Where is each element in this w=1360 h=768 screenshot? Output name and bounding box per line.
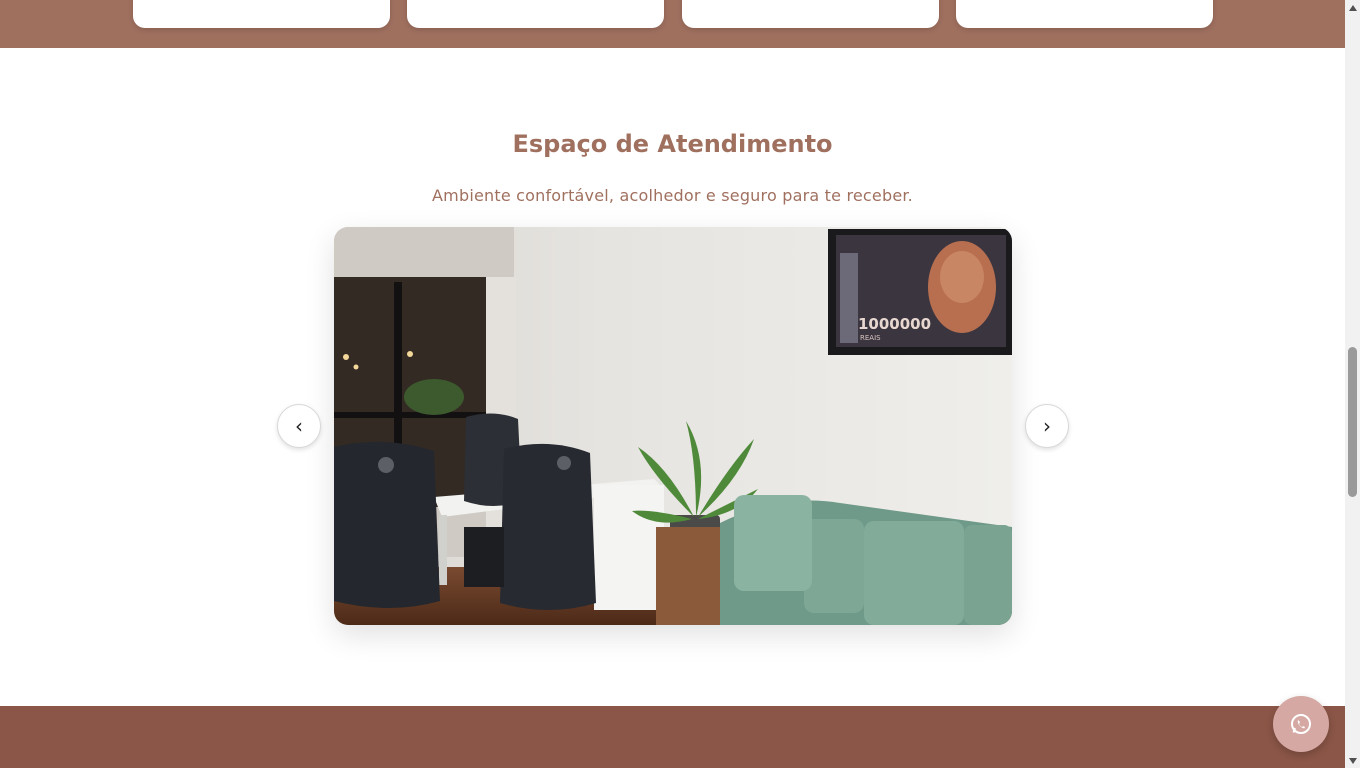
scrollbar[interactable] [1345, 0, 1360, 768]
service-card[interactable] [407, 0, 664, 28]
scroll-down-arrow-icon[interactable] [1345, 753, 1360, 768]
whatsapp-icon [1291, 714, 1311, 734]
scroll-up-arrow-icon[interactable] [1345, 0, 1360, 15]
carousel-next-button[interactable]: › [1025, 404, 1069, 448]
service-card[interactable] [133, 0, 390, 28]
banknote-sub: REAIS [860, 334, 881, 342]
whatsapp-button[interactable] [1273, 696, 1329, 752]
section-subtitle: Ambiente confortável, acolhedor e seguro… [432, 186, 913, 205]
services-band [0, 0, 1345, 48]
service-card[interactable] [682, 0, 939, 28]
page: Espaço de Atendimento Ambiente confortáv… [0, 0, 1345, 768]
banknote-value: 1000000 [858, 315, 931, 333]
chevron-right-icon: › [1043, 414, 1051, 438]
service-card[interactable] [956, 0, 1213, 28]
carousel-prev-button[interactable]: ‹ [277, 404, 321, 448]
scrollbar-thumb[interactable] [1348, 347, 1357, 497]
office-photo: 1000000 REAIS [334, 227, 1012, 625]
chevron-left-icon: ‹ [295, 414, 303, 438]
footer-band [0, 706, 1345, 768]
carousel-slide-photo: 1000000 REAIS [334, 227, 1012, 625]
section-title: Espaço de Atendimento [512, 130, 833, 158]
